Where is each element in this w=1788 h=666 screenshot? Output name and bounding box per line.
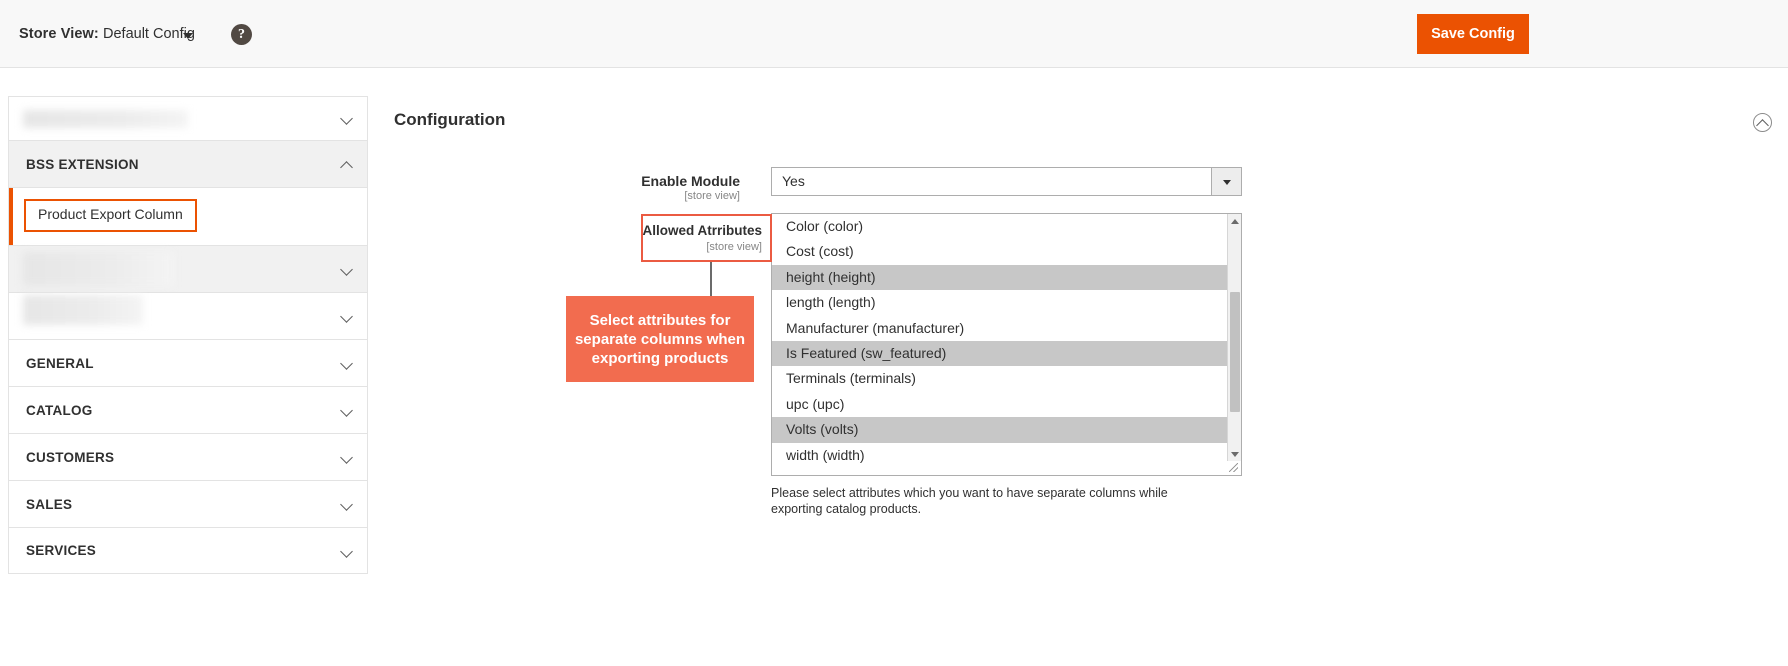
sidebar-item-label: SALES bbox=[26, 496, 73, 512]
enable-module-select[interactable]: Yes bbox=[771, 167, 1242, 196]
allowed-attributes-option-list: Color (color) Cost (cost) height (height… bbox=[772, 214, 1227, 468]
allowed-attributes-scope: [store view] bbox=[706, 241, 762, 253]
resize-handle-icon[interactable] bbox=[1227, 461, 1241, 475]
enable-module-value: Yes bbox=[782, 173, 805, 189]
annotation-callout-text: Select attributes for separate columns w… bbox=[574, 311, 746, 367]
list-item[interactable]: Terminals (terminals) bbox=[772, 366, 1227, 391]
sidebar-item-label: BSS EXTENSION bbox=[26, 156, 139, 172]
enable-module-label: Enable Module [store view] bbox=[600, 173, 740, 202]
sidebar-item-sales[interactable]: SALES bbox=[8, 480, 368, 527]
store-view-selector[interactable]: Default Config bbox=[103, 26, 195, 42]
sidebar-item-label: SERVICES bbox=[26, 543, 97, 558]
sidebar-item-bss-extension[interactable]: BSS EXTENSION bbox=[8, 140, 368, 187]
sidebar-item-label: CATALOG bbox=[26, 402, 93, 418]
sidebar-subnav-product-export-column[interactable]: Product Export Column bbox=[8, 187, 368, 246]
list-item[interactable]: height (height) bbox=[772, 264, 1227, 291]
chevron-down-icon[interactable] bbox=[340, 498, 353, 511]
enable-module-label-text: Enable Module bbox=[641, 173, 740, 189]
annotation-highlight-box: Product Export Column bbox=[24, 199, 197, 232]
collapse-all-icon[interactable] bbox=[1753, 113, 1772, 132]
scroll-down-icon[interactable] bbox=[1228, 447, 1241, 461]
sidebar-item-blurred-1[interactable] bbox=[8, 96, 368, 140]
question-mark-icon[interactable]: ? bbox=[231, 24, 252, 45]
top-bar: Store View: Default Config ? Save Config bbox=[0, 0, 1788, 68]
store-view-label: Store View: bbox=[19, 26, 99, 42]
allowed-attributes-multiselect[interactable]: Color (color) Cost (cost) height (height… bbox=[771, 213, 1242, 476]
allowed-attributes-label-highlight: Allowed Atrributes [store view] bbox=[641, 214, 772, 262]
scrollbar-thumb[interactable] bbox=[1230, 292, 1240, 412]
chevron-down-icon[interactable] bbox=[340, 310, 353, 323]
enable-module-scope: [store view] bbox=[684, 190, 740, 202]
chevron-down-icon[interactable] bbox=[340, 404, 353, 417]
chevron-down-icon[interactable] bbox=[340, 112, 353, 125]
list-item[interactable]: upc (upc) bbox=[772, 392, 1227, 417]
list-item[interactable]: Color (color) bbox=[772, 214, 1227, 239]
list-item[interactable]: Manufacturer (manufacturer) bbox=[772, 316, 1227, 341]
chevron-down-icon[interactable] bbox=[340, 545, 353, 558]
list-item[interactable]: Cost (cost) bbox=[772, 239, 1227, 264]
sidebar-item-services[interactable]: SERVICES bbox=[8, 527, 368, 574]
sidebar-item-blurred-2[interactable] bbox=[8, 245, 368, 292]
chevron-up-icon[interactable] bbox=[340, 161, 353, 174]
sidebar-item-blurred-3[interactable] bbox=[8, 292, 368, 339]
chevron-down-icon[interactable] bbox=[1211, 168, 1241, 195]
chevron-down-icon[interactable] bbox=[340, 357, 353, 370]
chevron-down-icon[interactable] bbox=[340, 451, 353, 464]
annotation-callout: Select attributes for separate columns w… bbox=[566, 296, 754, 382]
page-title: Configuration bbox=[394, 110, 506, 129]
sidebar-subitem-label: Product Export Column bbox=[38, 206, 183, 222]
chevron-down-icon[interactable] bbox=[340, 263, 353, 276]
allowed-attributes-label: Allowed Atrributes bbox=[642, 223, 762, 238]
list-item[interactable]: Volts (volts) bbox=[772, 417, 1227, 443]
chevron-down-icon[interactable] bbox=[183, 33, 193, 39]
sidebar-item-label: GENERAL bbox=[26, 355, 94, 371]
list-item[interactable]: length (length) bbox=[772, 290, 1227, 315]
sidebar-nav: BSS EXTENSION Product Export Column GENE… bbox=[8, 96, 368, 574]
multiselect-scrollbar[interactable] bbox=[1227, 214, 1241, 475]
annotation-connector-line bbox=[710, 262, 712, 300]
save-config-button[interactable]: Save Config bbox=[1417, 14, 1529, 54]
list-item[interactable]: Is Featured (sw_featured) bbox=[772, 340, 1227, 367]
sidebar-item-customers[interactable]: CUSTOMERS bbox=[8, 433, 368, 480]
scroll-up-icon[interactable] bbox=[1228, 214, 1241, 228]
list-item[interactable]: width (width) bbox=[772, 443, 1227, 468]
sidebar-item-catalog[interactable]: CATALOG bbox=[8, 386, 368, 433]
active-accent-bar bbox=[9, 188, 13, 246]
sidebar-item-label: CUSTOMERS bbox=[26, 449, 115, 465]
sidebar-item-general[interactable]: GENERAL bbox=[8, 339, 368, 386]
allowed-attributes-note: Please select attributes which you want … bbox=[771, 486, 1168, 516]
